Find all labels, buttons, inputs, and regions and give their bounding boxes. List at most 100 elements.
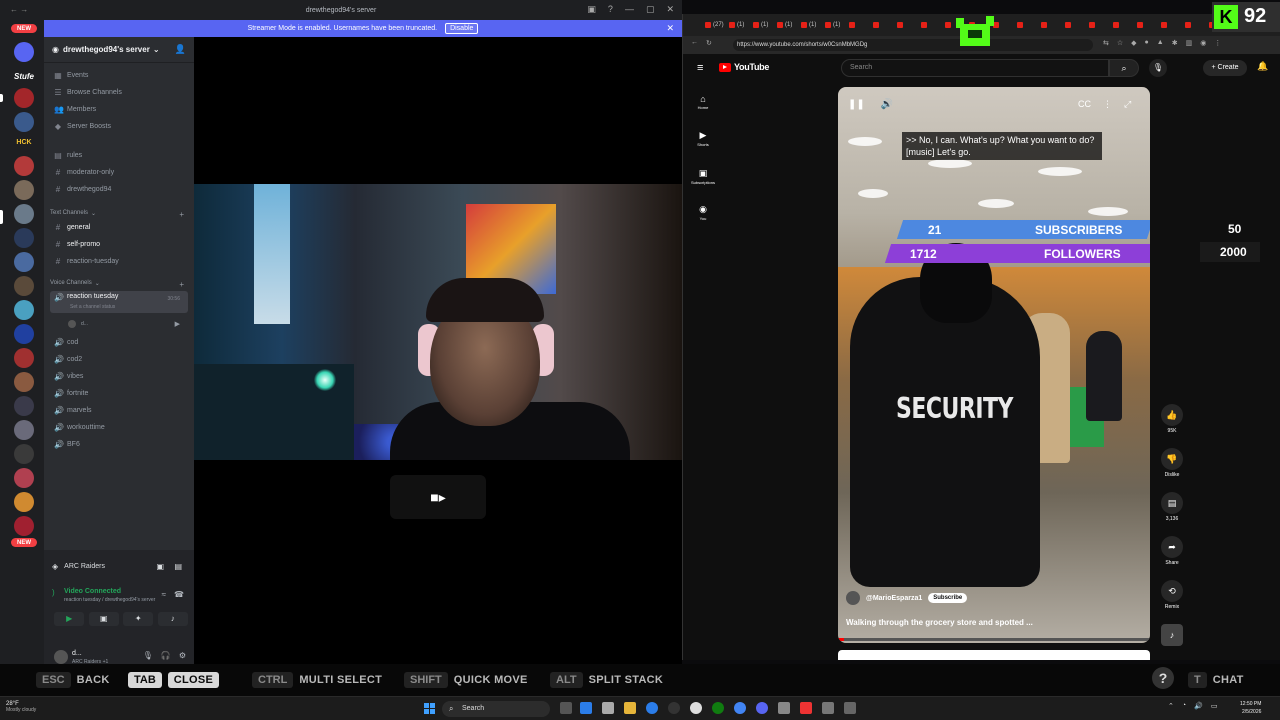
- windows-start-icon[interactable]: [424, 703, 435, 714]
- browser-tab[interactable]: (1): [801, 18, 823, 32]
- sidebar-item-browse-channels[interactable]: ☰ Browse Channels: [50, 85, 188, 100]
- reload-icon[interactable]: ↻: [706, 39, 712, 47]
- channel-handle[interactable]: @MarioEsparza1: [866, 595, 922, 602]
- connection-status[interactable]: Video Connected: [64, 588, 121, 595]
- app-icon[interactable]: [778, 702, 790, 714]
- dislike-button[interactable]: 👎 Dislike: [1157, 448, 1187, 478]
- captions-icon[interactable]: CC: [1078, 99, 1091, 110]
- sound-thumbnail[interactable]: ♪: [1157, 624, 1187, 646]
- maximize-icon[interactable]: ▢: [646, 4, 655, 15]
- browser-tab[interactable]: [993, 18, 1015, 32]
- server-icon[interactable]: [14, 252, 34, 272]
- hotkey-chat[interactable]: T CHAT: [1188, 672, 1244, 688]
- fullscreen-icon[interactable]: ⤢: [1124, 99, 1131, 110]
- screen-share-icon[interactable]: ▣: [156, 562, 164, 571]
- back-icon[interactable]: ←: [691, 39, 698, 47]
- more-options-icon[interactable]: ⋮: [1103, 99, 1112, 110]
- puzzle-icon[interactable]: ✱: [1172, 39, 1178, 47]
- inbox-icon[interactable]: ▣: [587, 4, 596, 15]
- url-input[interactable]: https://www.youtube.com/shorts/w0CsnMbMG…: [733, 39, 1093, 51]
- voice-channel-reaction-tuesday[interactable]: 🔊 reaction tuesday 30:56 Set a channel s…: [50, 291, 188, 313]
- server-icon-hck[interactable]: HCK: [14, 132, 34, 152]
- browser-icon[interactable]: [734, 702, 746, 714]
- disconnect-icon[interactable]: ☎: [174, 590, 184, 599]
- browser-tab[interactable]: [1041, 18, 1063, 32]
- volume-icon[interactable]: 🔊: [881, 99, 893, 110]
- disable-streamer-mode-button[interactable]: Disable: [445, 23, 479, 34]
- notifications-bell-icon[interactable]: 🔔: [1257, 61, 1268, 72]
- server-header[interactable]: ◉ drewthegod94's server ⌄ 👤: [44, 37, 194, 63]
- server-icon[interactable]: [14, 420, 34, 440]
- server-icon[interactable]: [14, 228, 34, 248]
- camera-button[interactable]: ▶: [54, 612, 85, 626]
- xbox-icon[interactable]: [712, 702, 724, 714]
- network-icon[interactable]: ◔: [1182, 702, 1186, 710]
- browser-tab[interactable]: (27): [705, 18, 727, 32]
- discord-icon[interactable]: [756, 702, 768, 714]
- short-title[interactable]: Walking through the grocery store and sp…: [846, 618, 1033, 627]
- sidebar-item-home[interactable]: ⌂ Home: [683, 94, 723, 110]
- browser-tab[interactable]: (1): [729, 18, 751, 32]
- channel-self-promo[interactable]: # self-promo: [50, 237, 188, 252]
- mic-icon[interactable]: 🎙: [143, 651, 153, 660]
- server-icon-stufe[interactable]: Stufe: [14, 66, 34, 86]
- close-banner-icon[interactable]: ✕: [666, 23, 674, 34]
- browser-tab[interactable]: [1089, 18, 1111, 32]
- youtube-logo[interactable]: YouTube: [719, 62, 769, 72]
- activities-button[interactable]: ✦: [123, 612, 154, 626]
- noise-suppression-icon[interactable]: ≈: [162, 590, 166, 599]
- gear-icon[interactable]: ⚙: [179, 651, 186, 660]
- headphones-icon[interactable]: 🎧: [161, 651, 171, 660]
- channel-reaction-tuesday[interactable]: # reaction-tuesday: [50, 254, 188, 269]
- extension-icon[interactable]: ▲: [1157, 39, 1164, 47]
- server-icon[interactable]: [14, 444, 34, 464]
- search-input[interactable]: Search: [841, 59, 1109, 77]
- screen-share-button[interactable]: ▣: [88, 612, 119, 626]
- server-icon[interactable]: [14, 276, 34, 296]
- extension-icon[interactable]: ●: [1145, 39, 1149, 47]
- add-channel-icon[interactable]: +: [179, 210, 184, 219]
- server-icon[interactable]: [14, 112, 34, 132]
- voice-channel-cod2[interactable]: 🔊 cod2: [50, 352, 188, 367]
- server-icon[interactable]: [14, 204, 34, 224]
- server-icon[interactable]: [14, 396, 34, 416]
- invite-people-icon[interactable]: 👤: [175, 44, 186, 55]
- taskbar-search[interactable]: ⌕ Search: [442, 701, 550, 717]
- hotkey-multi-select[interactable]: CTRL MULTI SELECT: [252, 672, 382, 688]
- server-icon[interactable]: [14, 324, 34, 344]
- create-button[interactable]: + Create: [1203, 60, 1247, 76]
- channel-status-prompt[interactable]: Set a channel status: [70, 304, 115, 310]
- browser-tab[interactable]: [1161, 18, 1183, 32]
- file-explorer-icon[interactable]: [624, 702, 636, 714]
- next-short-preview[interactable]: [838, 650, 1150, 660]
- pause-icon[interactable]: ❚❚: [848, 99, 865, 110]
- store-icon[interactable]: [602, 702, 614, 714]
- server-icon[interactable]: [14, 180, 34, 200]
- sidebar-item-subscriptions[interactable]: ▣ Subscriptions: [683, 168, 723, 185]
- browser-tab[interactable]: (1): [777, 18, 799, 32]
- voice-channel-marvels[interactable]: 🔊 marvels: [50, 403, 188, 418]
- obs-icon[interactable]: [668, 702, 680, 714]
- app-icon[interactable]: [844, 702, 856, 714]
- back-forward-icon[interactable]: ← →: [10, 5, 28, 14]
- activity-row[interactable]: ◈ ARC Raiders ▣ ▤: [44, 558, 194, 574]
- browser-tab[interactable]: [897, 18, 919, 32]
- channel-rules[interactable]: ▤ rules: [50, 148, 188, 163]
- search-button[interactable]: ⌕: [1109, 59, 1139, 77]
- sidebar-item-you[interactable]: ◉ You: [683, 204, 723, 221]
- chrome-icon[interactable]: [646, 702, 658, 714]
- browser-tab[interactable]: [921, 18, 943, 32]
- browser-tab[interactable]: [1113, 18, 1135, 32]
- bookmark-star-icon[interactable]: ☆: [1117, 39, 1123, 47]
- channel-info[interactable]: @MarioEsparza1 Subscribe: [846, 591, 968, 605]
- close-icon[interactable]: ✕: [666, 4, 674, 15]
- app-icon[interactable]: [822, 702, 834, 714]
- video-progress-bar[interactable]: [838, 638, 1150, 641]
- category-voice-channels[interactable]: Voice Channels ⌄ +: [50, 280, 188, 289]
- app-icon[interactable]: [800, 702, 812, 714]
- stream-icon[interactable]: ▤: [174, 562, 182, 571]
- profile-icon[interactable]: ◉: [1200, 39, 1206, 47]
- camera-toggle-button[interactable]: ■▸: [390, 475, 486, 519]
- comments-button[interactable]: ▤ 3,136: [1157, 492, 1187, 522]
- voice-member[interactable]: d... ▶: [50, 316, 188, 331]
